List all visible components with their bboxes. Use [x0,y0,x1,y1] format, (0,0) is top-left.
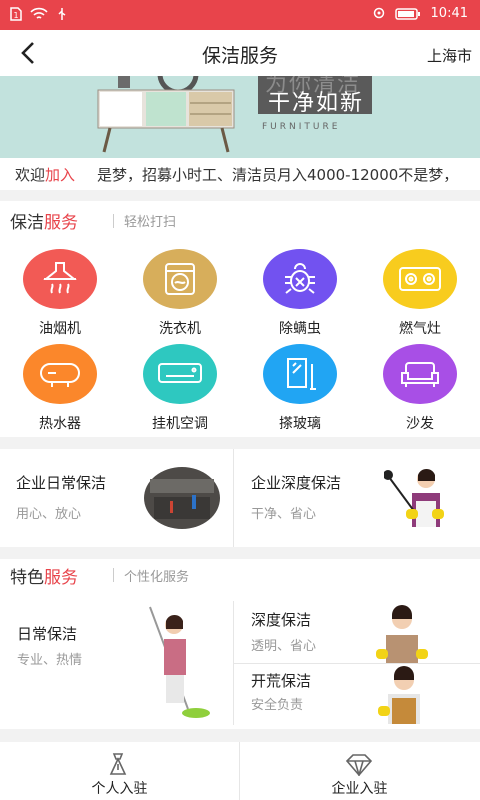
service-glass-cleaning[interactable]: 搽玻璃 [240,344,360,434]
card-subtitle: 透明、省心 [251,639,317,654]
glass-icon [263,344,337,404]
status-bar: 1 10:41 [0,0,480,30]
service-label: 沙发 [406,416,434,432]
banner-brand: FURNITURE [262,122,341,132]
enterprise-daily-card[interactable]: 企业日常保洁 用心、放心 [0,449,233,547]
page-title: 保洁服务 [201,45,278,67]
enterprise-join-button[interactable]: 企业入驻 [240,742,479,800]
service-label: 搽玻璃 [279,416,321,432]
featured-newbuild-card[interactable]: 开荒保洁 安全负责 [234,664,480,726]
wifi-icon [30,7,48,19]
section-subtitle: 轻松打扫 [124,215,177,230]
service-gas-stove[interactable]: 燃气灶 [360,249,480,339]
card-title: 日常保洁 [17,625,78,643]
service-sofa[interactable]: 沙发 [360,344,480,434]
service-label: 热水器 [39,416,81,432]
marquee-text: 是梦，招募小时工、清洁员月入4000-12000不是梦， [97,166,459,184]
worker-photo [378,666,420,724]
person-flag-icon [109,753,127,775]
section-title: 特色服务 [10,568,78,588]
clock: 10:41 [430,6,468,21]
banner-headline: 干净如新 [268,91,365,116]
card-subtitle: 安全负责 [251,698,304,713]
service-label: 燃气灶 [399,321,441,337]
enterprise-section: 企业日常保洁 用心、放心 企业深度保洁 干净、省心 [0,449,480,547]
enterprise-deep-card[interactable]: 企业深度保洁 干净、省心 [234,449,480,547]
card-title: 企业日常保洁 [16,474,107,492]
card-title: 企业深度保洁 [251,474,342,492]
featured-section: 特色服务 个性化服务 日常保洁 专业、热情 深度保洁 透明、省心 开荒保洁 安全… [0,559,480,729]
city-selector[interactable]: 上海市 [427,45,472,66]
clean-services-section: 保洁服务 轻松打扫 油烟机 洗衣机 除螨虫 燃气灶 热水器 挂机空调 搽玻璃 沙… [0,201,480,437]
button-label: 个人入驻 [91,781,148,797]
worker-photo [376,605,428,663]
sofa-icon [383,344,457,404]
service-label: 挂机空调 [152,416,208,432]
personal-join-button[interactable]: 个人入驻 [0,742,239,800]
service-range-hood[interactable]: 油烟机 [0,249,120,339]
marquee-label: 欢迎加入 [15,166,76,184]
service-water-heater[interactable]: 热水器 [0,344,120,434]
service-air-conditioner[interactable]: 挂机空调 [120,344,240,434]
card-subtitle: 专业、热情 [17,653,83,668]
range-hood-icon [23,249,97,309]
mop-cleaner-photo [149,606,210,718]
diamond-icon [345,754,373,776]
washing-machine-icon [143,249,217,309]
office-photo [144,467,220,529]
sim-card-icon: 1 [10,7,22,21]
section-subtitle: 个性化服务 [124,570,190,585]
gas-stove-icon [383,249,457,309]
bottom-bar: 个人入驻 企业入驻 [0,742,480,800]
button-label: 企业入驻 [331,781,388,797]
card-subtitle: 用心、放心 [16,507,82,522]
service-label: 洗衣机 [159,321,201,337]
nav-bar: 保洁服务 上海市 [0,30,480,76]
announcement-marquee[interactable]: 欢迎加入 是梦，招募小时工、清洁员月入4000-12000不是梦， [0,158,480,190]
section-title: 保洁服务 [10,213,78,233]
featured-deep-card[interactable]: 深度保洁 透明、省心 [234,601,480,663]
service-mite-removal[interactable]: 除螨虫 [240,249,360,339]
water-heater-icon [23,344,97,404]
svg-text:1: 1 [14,11,19,20]
card-subtitle: 干净、省心 [251,507,317,522]
cleaner-photo [384,468,444,527]
location-icon [373,7,384,18]
featured-daily-card[interactable]: 日常保洁 专业、热情 [0,601,233,727]
air-conditioner-icon [143,344,217,404]
service-label: 油烟机 [39,321,81,337]
banner-image[interactable]: 为你清洁 干净如新 FURNITURE [0,76,480,158]
service-washing-machine[interactable]: 洗衣机 [120,249,240,339]
furniture-illustration [97,76,372,153]
bug-icon [263,249,337,309]
battery-icon [394,7,420,20]
usb-icon [58,8,66,20]
card-title: 深度保洁 [251,611,312,629]
card-title: 开荒保洁 [251,672,312,690]
service-label: 除螨虫 [279,321,321,337]
